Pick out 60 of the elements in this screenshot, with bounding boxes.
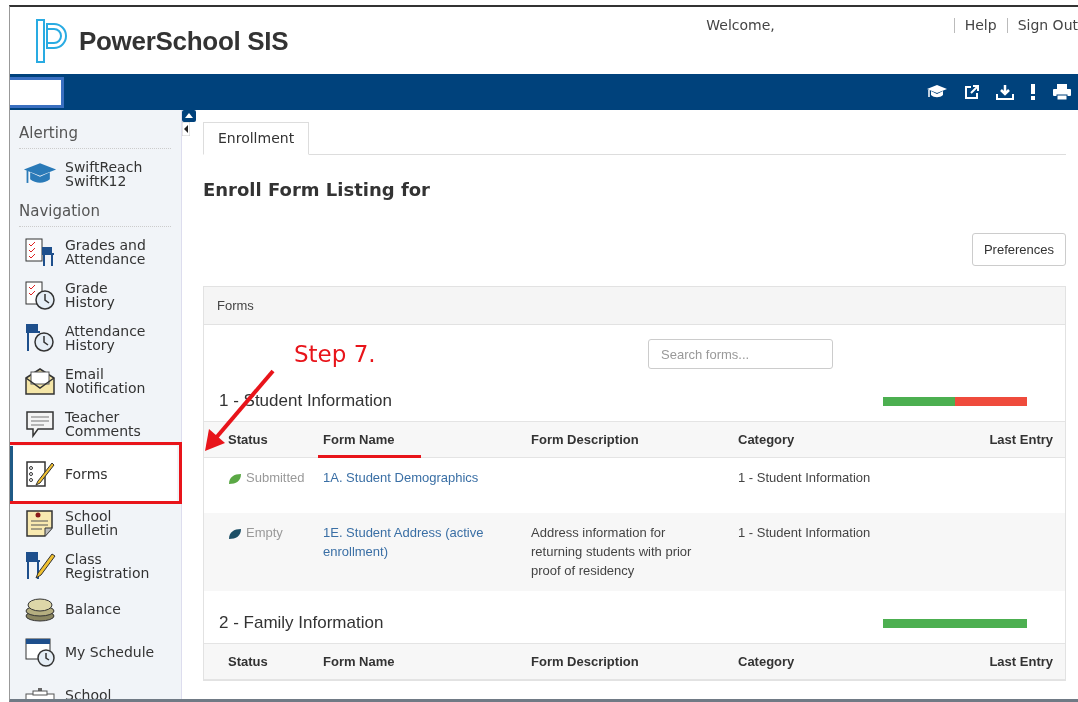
column-header[interactable]: Form Description [531,432,738,447]
status-text: Submitted [246,469,305,487]
checklist-clock-icon [24,280,56,310]
header-link[interactable]: Sign Out [1017,17,1078,33]
status-text: Empty [246,524,283,542]
app-name: PowerSchool SIS [79,25,289,57]
sidebar-item[interactable]: School Bulletin [19,502,181,545]
note-icon [24,508,56,538]
column-header[interactable]: Status [228,432,323,447]
sidebar-item[interactable]: Teacher Comments [19,403,181,446]
sidebar-item[interactable]: Class Registration [19,545,181,588]
step-label: Step 7. [294,341,376,367]
form-link[interactable]: 1E. Student Address (active enrollment) [323,523,503,561]
search-field[interactable]: Search forms... [648,339,833,369]
menu-box[interactable] [10,76,64,108]
header-link[interactable]: Help [964,17,997,33]
speech-bubble-icon [24,409,56,439]
panel-title: Forms [217,298,254,313]
download-icon[interactable] [996,84,1014,100]
welcome-text: Welcome, [706,17,775,33]
page-title: Enroll Form Listing for [203,179,431,200]
category-text: 1 - Student Information [738,524,872,542]
sidebar-item[interactable]: Balance [19,588,181,631]
sidebar-item[interactable]: Forms [10,446,177,502]
envelope-icon [24,366,56,396]
section-title: 2 - Family Information [219,613,384,633]
column-header[interactable]: Form Description [531,654,738,669]
sidebar-heading: Navigation [19,196,171,227]
column-header[interactable]: Last Entry [933,654,1053,669]
column-header[interactable]: Last Entry [933,432,1053,447]
logo-icon [35,19,69,63]
column-header[interactable]: Status [228,654,323,669]
exclamation-icon[interactable] [1030,84,1036,100]
printer-icon[interactable] [1052,84,1072,100]
graduation-cap-icon[interactable] [926,84,948,100]
sidebar-item[interactable]: Grade History [19,274,181,317]
collapse-up-icon[interactable] [182,110,196,122]
column-header[interactable]: Category [738,654,933,669]
column-header[interactable]: Category [738,432,933,447]
sidebar-item[interactable]: Email Notification [19,360,181,403]
sidebar-item[interactable]: Grades and Attendance [19,231,181,274]
desk-pencil-icon [24,551,56,581]
building-icon [24,688,56,699]
form-link[interactable]: 1A. Student Demographics [323,468,503,487]
preferences-button[interactable]: Preferences [971,233,1066,266]
external-link-icon[interactable] [964,84,980,100]
column-header[interactable]: Form Name [323,654,531,669]
desk-clock-icon [24,323,56,353]
tab[interactable]: Enrollment [203,122,310,155]
form-pencil-icon [24,459,56,489]
collapse-left-icon[interactable] [182,122,190,136]
sidebar-item[interactable]: Attendance History [19,317,181,360]
form-description: Address information for returning students with prior proof of residency [531,524,693,580]
column-header[interactable]: Form Name [323,432,531,447]
checklist-desk-icon [24,237,56,267]
sidebar-item[interactable]: My Schedule [19,631,181,674]
calendar-clock-icon [24,637,56,667]
sidebar-heading: Alerting [19,118,171,149]
category-text: 1 - Student Information [738,469,872,487]
sidebar-item[interactable]: SwiftReach SwiftK12 [19,153,181,196]
